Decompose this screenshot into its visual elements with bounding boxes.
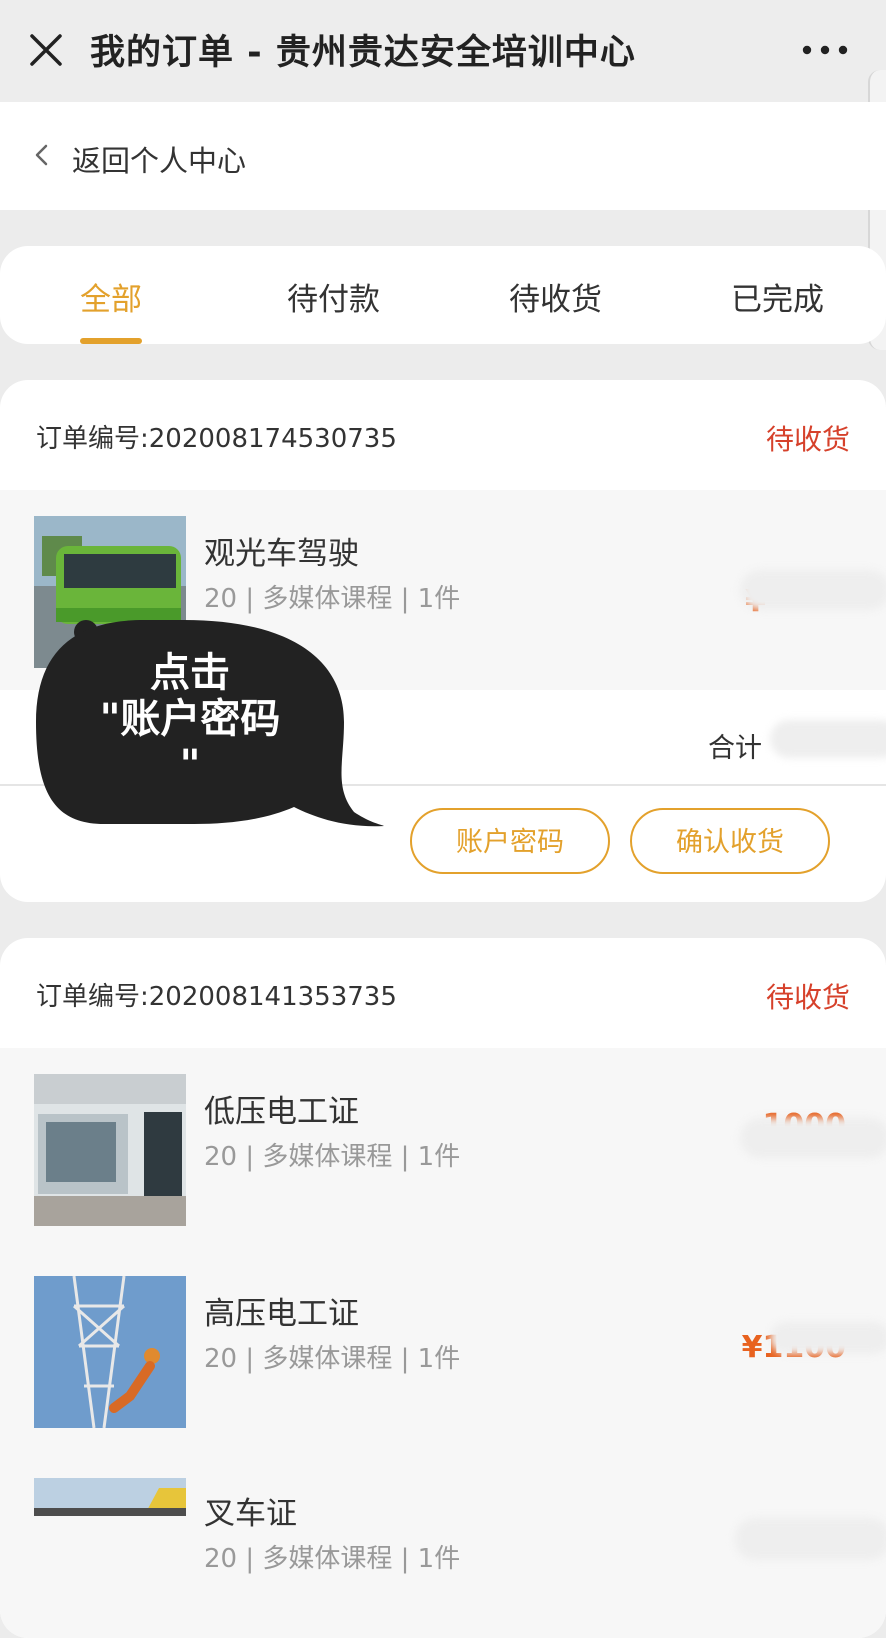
order-tabs: 全部 待付款 待收货 已完成 [0, 246, 886, 344]
close-icon[interactable] [26, 30, 66, 70]
item-name: 叉车证 [204, 1496, 297, 1532]
price-redaction [735, 1518, 886, 1560]
bubble-text: 点击 "账户密码 " [99, 650, 281, 788]
tab-active-underline [80, 338, 142, 344]
item-meta: 20 | 多媒体课程 | 1件 [204, 1544, 461, 1574]
back-bar[interactable]: 返回个人中心 [0, 102, 886, 210]
order-status: 待收货 [765, 981, 850, 1014]
back-label[interactable]: 返回个人中心 [72, 138, 246, 180]
tab-pending-payment[interactable]: 待付款 [287, 274, 380, 319]
total-redaction [770, 720, 886, 758]
item-name: 高压电工证 [204, 1296, 359, 1332]
order-total: 合计 [708, 733, 762, 764]
item-name: 观光车驾驶 [204, 536, 359, 572]
item-meta: 20 | 多媒体课程 | 1件 [204, 584, 461, 614]
page-title: 我的订单 - 贵州贵达安全培训中心 [90, 33, 636, 73]
price-redaction [740, 1118, 886, 1158]
tab-all[interactable]: 全部 [80, 274, 142, 319]
tab-pending-receipt[interactable]: 待收货 [509, 274, 602, 319]
tab-completed[interactable]: 已完成 [731, 274, 824, 319]
chevron-left-icon [35, 144, 48, 166]
account-password-button[interactable]: 账户密码 [410, 808, 610, 874]
confirm-receipt-button[interactable]: 确认收货 [630, 808, 830, 874]
item-thumbnail [34, 1478, 186, 1516]
more-icon[interactable] [800, 40, 850, 60]
order-number: 订单编号:202008141353735 [36, 982, 397, 1012]
item-thumbnail [34, 1276, 186, 1428]
title-bar: 我的订单 - 贵州贵达安全培训中心 [0, 0, 886, 102]
item-meta: 20 | 多媒体课程 | 1件 [204, 1344, 461, 1374]
price-redaction [740, 570, 886, 610]
item-meta: 20 | 多媒体课程 | 1件 [204, 1142, 461, 1172]
price-redaction [770, 1322, 886, 1354]
order-number: 订单编号:202008174530735 [36, 424, 397, 454]
order-status: 待收货 [765, 423, 850, 456]
item-name: 低压电工证 [204, 1094, 359, 1130]
item-thumbnail [34, 1074, 186, 1226]
order-card: 订单编号:202008141353735 待收货 低压电工证 20 | 多媒体课… [0, 938, 886, 1638]
